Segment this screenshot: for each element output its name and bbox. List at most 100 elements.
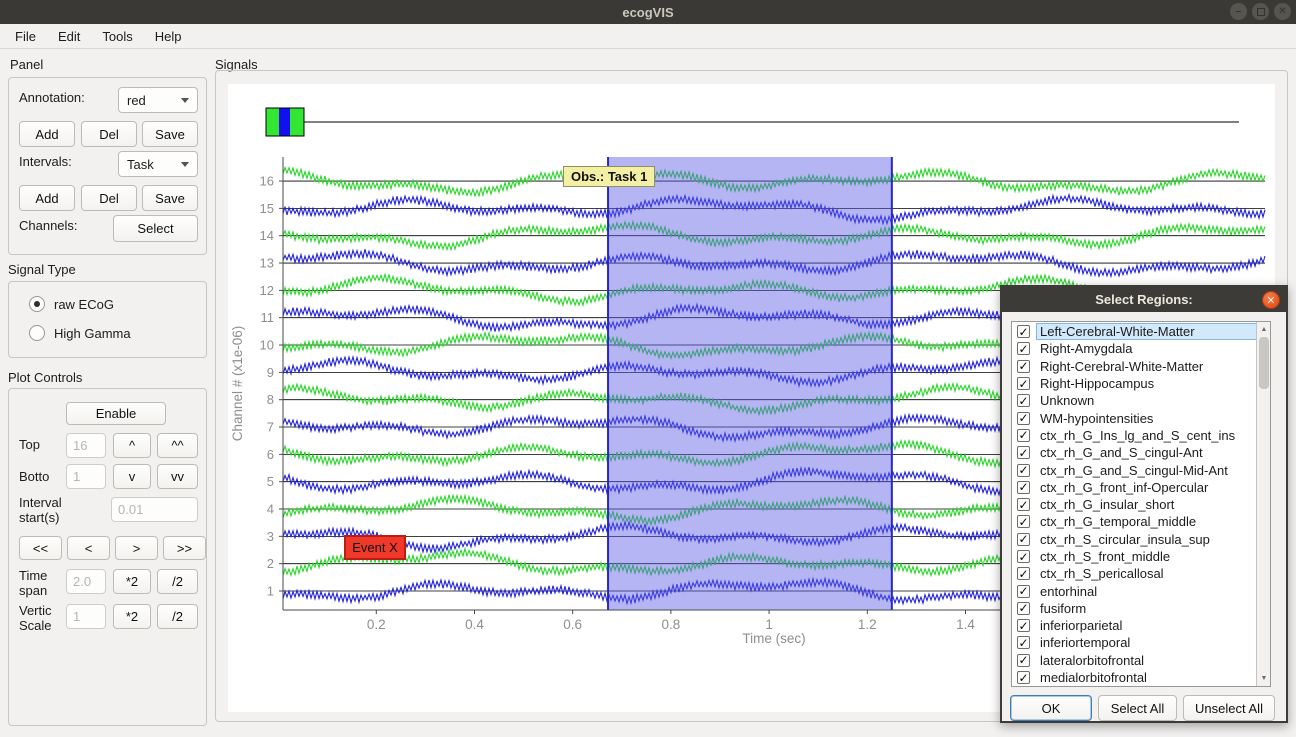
region-checkbox[interactable]: ✓ — [1017, 394, 1030, 407]
region-checkbox[interactable]: ✓ — [1017, 533, 1030, 546]
dialog-close-icon[interactable]: ✕ — [1262, 291, 1280, 309]
region-item[interactable]: ✓ Unknown — [1012, 392, 1256, 409]
region-checkbox[interactable]: ✓ — [1017, 360, 1030, 373]
window-controls: – ✕ — [1230, 3, 1291, 20]
region-checkbox[interactable]: ✓ — [1017, 585, 1030, 598]
interval-start-input[interactable] — [111, 497, 198, 522]
region-checkbox[interactable]: ✓ — [1017, 377, 1030, 390]
region-item[interactable]: ✓ ctx_rh_G_and_S_cingul-Ant — [1012, 444, 1256, 461]
menu-item[interactable]: Help — [144, 26, 193, 47]
region-item[interactable]: ✓ Right-Cerebral-White-Matter — [1012, 358, 1256, 375]
region-item[interactable]: ✓ ctx_rh_G_and_S_cingul-Mid-Ant — [1012, 461, 1256, 478]
region-checkbox[interactable]: ✓ — [1017, 602, 1030, 615]
region-item[interactable]: ✓ medialorbitofrontal — [1012, 669, 1256, 686]
region-checkbox[interactable]: ✓ — [1017, 464, 1030, 477]
region-item[interactable]: ✓ inferiortemporal — [1012, 634, 1256, 651]
menu-item[interactable]: File — [4, 26, 47, 47]
region-checkbox[interactable]: ✓ — [1017, 671, 1030, 684]
nav-button[interactable]: << — [19, 536, 62, 560]
region-item[interactable]: ✓ lateralorbitofrontal — [1012, 652, 1256, 669]
interval-action-button[interactable]: Add — [19, 185, 75, 211]
region-item[interactable]: ✓ ctx_rh_G_Ins_lg_and_S_cent_ins — [1012, 427, 1256, 444]
channel-up-button[interactable]: ^ — [113, 433, 151, 458]
scroll-up-icon[interactable]: ▲ — [1258, 323, 1270, 336]
time-span-button[interactable]: /2 — [157, 569, 198, 594]
region-checkbox[interactable]: ✓ — [1017, 446, 1030, 459]
radio-raw-ecog[interactable]: raw ECoG — [29, 296, 114, 312]
nav-button[interactable]: >> — [163, 536, 206, 560]
region-item[interactable]: ✓ fusiform — [1012, 600, 1256, 617]
region-checkbox[interactable]: ✓ — [1017, 567, 1030, 580]
region-item[interactable]: ✓ inferiorparietal — [1012, 617, 1256, 634]
ok-button[interactable]: OK — [1010, 695, 1092, 721]
region-checkbox[interactable]: ✓ — [1017, 481, 1030, 494]
interval-action-button[interactable]: Save — [142, 185, 198, 211]
interval-action-button[interactable]: Del — [81, 185, 137, 211]
channel-down-button[interactable]: vv — [157, 464, 198, 489]
region-label: Unknown — [1037, 393, 1097, 408]
maximize-icon[interactable] — [1252, 3, 1269, 20]
time-span-label: Time span — [19, 569, 61, 599]
minimize-icon[interactable]: – — [1230, 3, 1247, 20]
scroll-down-icon[interactable]: ▼ — [1258, 672, 1270, 685]
annotation-action-button[interactable]: Add — [19, 121, 75, 147]
vertical-scale-button[interactable]: /2 — [157, 604, 198, 629]
region-item[interactable]: ✓ ctx_rh_G_front_inf-Opercular — [1012, 479, 1256, 496]
enable-button[interactable]: Enable — [66, 402, 166, 425]
vertical-scale-button[interactable]: *2 — [113, 604, 151, 629]
region-item[interactable]: ✓ entorhinal — [1012, 582, 1256, 599]
region-item[interactable]: ✓ ctx_rh_S_front_middle — [1012, 548, 1256, 565]
region-item[interactable]: ✓ Left-Cerebral-White-Matter — [1012, 323, 1256, 340]
unselect-all-button[interactable]: Unselect All — [1183, 695, 1275, 721]
intervals-combo[interactable]: Task — [118, 151, 198, 177]
top-input[interactable] — [66, 433, 106, 458]
annotation-combo[interactable]: red — [118, 87, 198, 113]
annotation-value: red — [127, 93, 146, 108]
region-checkbox[interactable]: ✓ — [1017, 342, 1030, 355]
menu-item[interactable]: Tools — [91, 26, 143, 47]
region-checkbox[interactable]: ✓ — [1017, 636, 1030, 649]
channel-down-button[interactable]: v — [113, 464, 151, 489]
annotation-action-button[interactable]: Del — [81, 121, 137, 147]
close-icon[interactable]: ✕ — [1274, 3, 1291, 20]
region-item[interactable]: ✓ ctx_rh_S_pericallosal — [1012, 565, 1256, 582]
nav-button[interactable]: < — [67, 536, 110, 560]
region-item[interactable]: ✓ ctx_rh_G_insular_short — [1012, 496, 1256, 513]
title-bar: ecogVIS – ✕ — [0, 0, 1296, 24]
region-item[interactable]: ✓ ctx_rh_S_circular_insula_sup — [1012, 531, 1256, 548]
region-label: WM-hypointensities — [1037, 411, 1156, 426]
region-item[interactable]: ✓ Right-Hippocampus — [1012, 375, 1256, 392]
region-checkbox[interactable]: ✓ — [1017, 498, 1030, 511]
event-annotation[interactable]: Event X — [344, 535, 406, 560]
region-checkbox[interactable]: ✓ — [1017, 325, 1030, 338]
region-checkbox[interactable]: ✓ — [1017, 550, 1030, 563]
region-checkbox[interactable]: ✓ — [1017, 429, 1030, 442]
region-item[interactable]: ✓ WM-hypointensities — [1012, 409, 1256, 426]
region-item[interactable]: ✓ Right-Amygdala — [1012, 340, 1256, 357]
time-span-button[interactable]: *2 — [113, 569, 151, 594]
svg-text:16: 16 — [260, 174, 274, 189]
window-title: ecogVIS — [622, 5, 673, 20]
radio-high-gamma[interactable]: High Gamma — [29, 325, 131, 341]
region-item[interactable]: ✓ ctx_rh_G_temporal_middle — [1012, 513, 1256, 530]
dialog-title-bar[interactable]: Select Regions: — [1002, 287, 1286, 312]
time-span-input[interactable] — [66, 569, 106, 594]
menu-item[interactable]: Edit — [47, 26, 91, 47]
svg-text:3: 3 — [267, 529, 274, 544]
select-all-button[interactable]: Select All — [1098, 695, 1177, 721]
region-checkbox[interactable]: ✓ — [1017, 654, 1030, 667]
scrollbar-thumb[interactable] — [1259, 337, 1269, 389]
region-list-scrollbar[interactable]: ▲ ▼ — [1256, 322, 1270, 686]
region-checkbox[interactable]: ✓ — [1017, 619, 1030, 632]
channels-select-button[interactable]: Select — [113, 215, 198, 242]
region-label: ctx_rh_G_front_inf-Opercular — [1037, 480, 1211, 495]
nav-button[interactable]: > — [115, 536, 158, 560]
bottom-input[interactable] — [66, 464, 106, 489]
vertical-scale-input[interactable] — [66, 604, 106, 629]
region-checkbox[interactable]: ✓ — [1017, 515, 1030, 528]
channel-up-button[interactable]: ^^ — [157, 433, 198, 458]
region-checkbox[interactable]: ✓ — [1017, 412, 1030, 425]
svg-text:7: 7 — [267, 420, 274, 435]
annotation-action-button[interactable]: Save — [142, 121, 198, 147]
radio-icon — [29, 325, 45, 341]
